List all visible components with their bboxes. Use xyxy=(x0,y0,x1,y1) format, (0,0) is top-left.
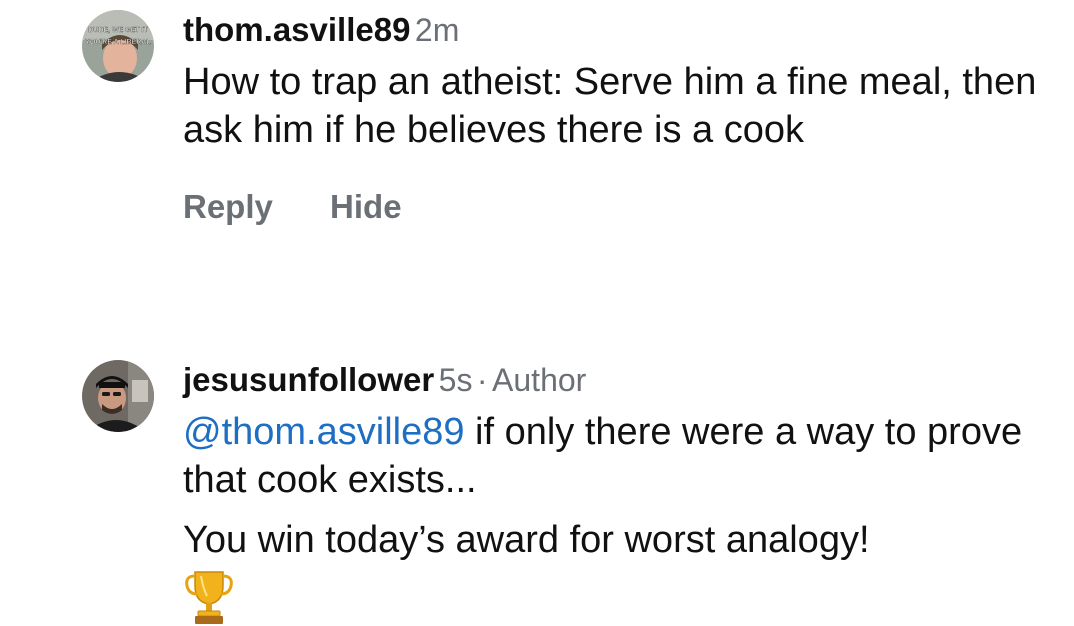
comment-content: jesusunfollower 5s · Author @thom.asvill… xyxy=(183,360,1053,626)
comment-actions: Reply Hide xyxy=(183,188,1053,226)
comment-meta: jesusunfollower 5s · Author xyxy=(183,360,1053,400)
username[interactable]: jesusunfollower xyxy=(183,361,434,398)
avatar[interactable]: DUDE, WE GET IT YOU'RE A LIBERAL xyxy=(82,10,154,82)
username[interactable]: thom.asville89 xyxy=(183,11,410,48)
timestamp: 5s xyxy=(438,362,473,398)
comment-text-second-paragraph: You win today’s award for worst analogy! xyxy=(183,519,870,561)
avatar-image: DUDE, WE GET IT YOU'RE A LIBERAL xyxy=(82,10,154,82)
comment-content: thom.asville89 2m How to trap an atheist… xyxy=(183,10,1053,226)
separator-dot: · xyxy=(476,362,488,398)
trophy-icon xyxy=(185,571,233,624)
hide-button[interactable]: Hide xyxy=(330,188,402,225)
comment-meta: thom.asville89 2m xyxy=(183,10,1053,50)
mention-link[interactable]: @thom.asville89 xyxy=(183,411,464,453)
comment-text: @thom.asville89 if only there were a way… xyxy=(183,408,1053,504)
avatar[interactable] xyxy=(82,360,154,432)
author-badge: Author xyxy=(492,362,587,398)
avatar-image xyxy=(82,360,154,432)
svg-text:YOU'RE A LIBERAL: YOU'RE A LIBERAL xyxy=(85,39,151,46)
comment-text: How to trap an atheist: Serve him a fine… xyxy=(183,61,1037,151)
timestamp: 2m xyxy=(414,12,460,48)
reply-button[interactable]: Reply xyxy=(183,188,273,225)
svg-text:DUDE, WE GET IT: DUDE, WE GET IT xyxy=(88,27,148,34)
